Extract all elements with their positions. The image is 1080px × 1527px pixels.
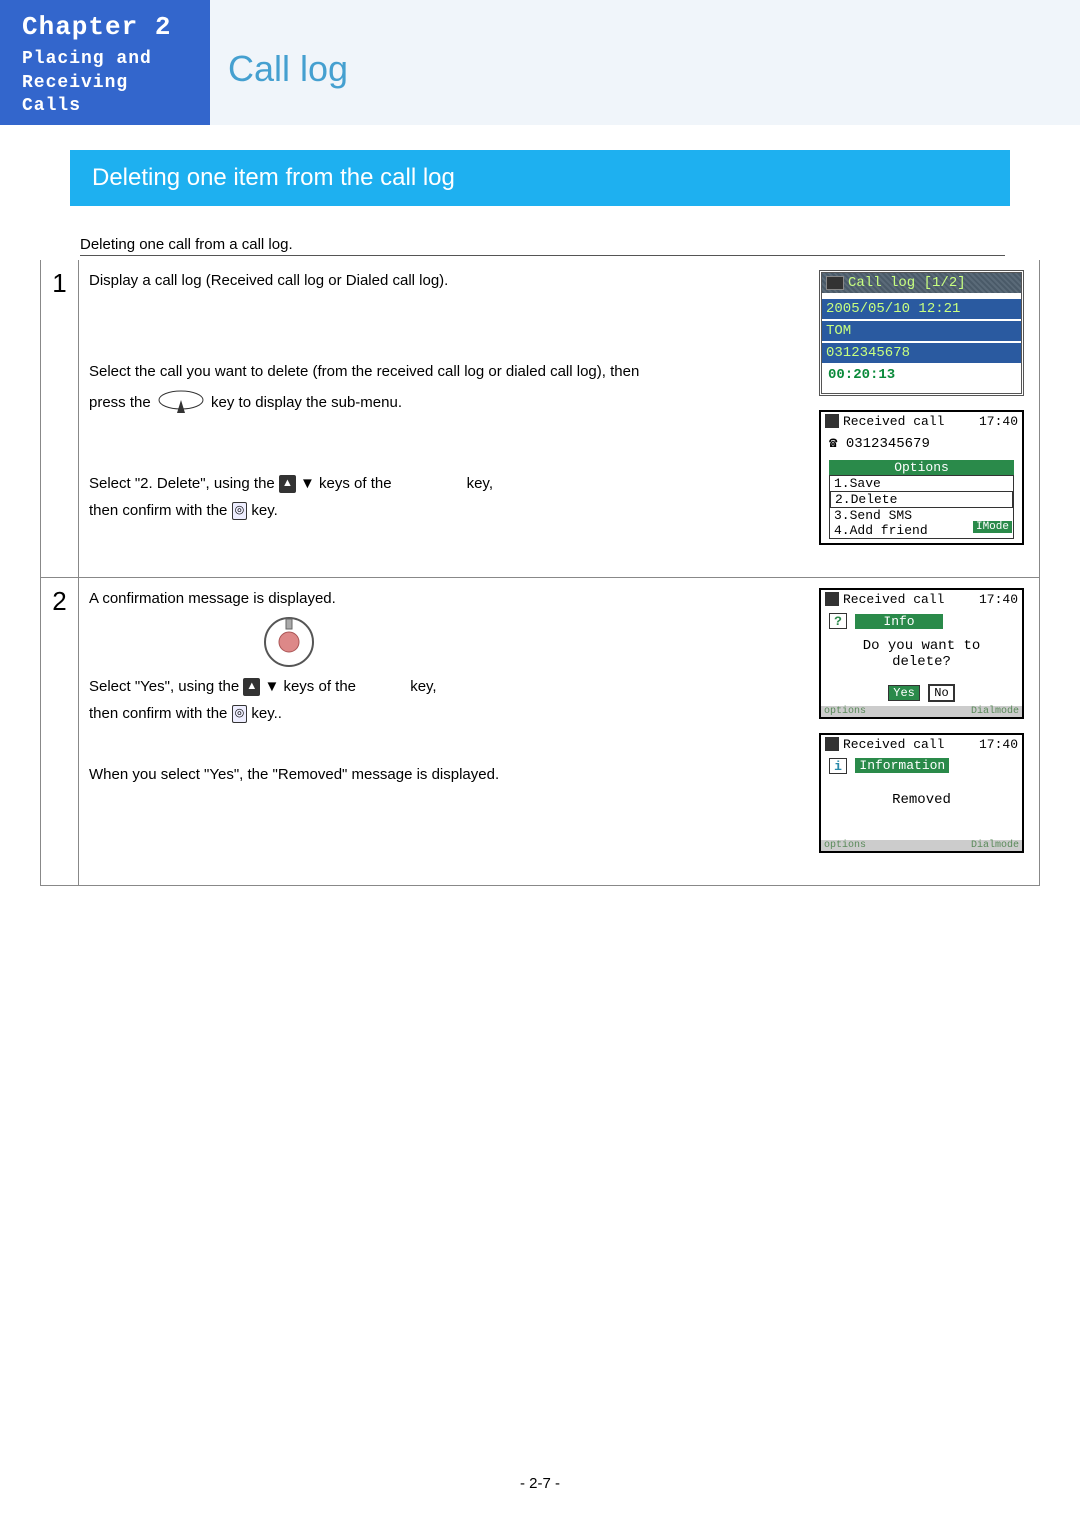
screen-column: Received call 17:40 ? Info Do you want t… bbox=[819, 588, 1029, 867]
screen-datetime: 2005/05/10 12:21 bbox=[822, 299, 1021, 319]
screen-duration: 00:20:13 bbox=[828, 365, 1015, 389]
up-key-icon: ▲ bbox=[279, 475, 296, 492]
softkey-row: options Dialmode bbox=[821, 706, 1022, 717]
section-title: Deleting one item from the call log bbox=[70, 150, 1010, 206]
mode-button[interactable]: IMode bbox=[973, 521, 1012, 533]
phone-screen-options: Received call 17:40 ☎ 0312345679 Options… bbox=[819, 410, 1024, 545]
screen-topbar: Received call 17:40 bbox=[821, 590, 1022, 609]
screen-title: Received call bbox=[839, 737, 979, 752]
softkey-left[interactable]: options bbox=[824, 706, 866, 717]
option-save[interactable]: 1.Save bbox=[830, 476, 1013, 491]
screen-body: 2005/05/10 12:21 TOM 0312345678 00:20:13 bbox=[822, 293, 1021, 393]
step-number: 1 bbox=[41, 260, 79, 578]
phone-screen-removed: Received call 17:40 i Information Remove… bbox=[819, 733, 1024, 854]
options-header: Options bbox=[829, 460, 1014, 475]
screen-title: Received call bbox=[839, 414, 979, 429]
up-key-icon: ▲ bbox=[243, 678, 260, 695]
screen-titlebar: Call log [1/2] bbox=[822, 273, 1021, 293]
chapter-subtitle-line2: Receiving Calls bbox=[22, 72, 192, 119]
step-content: Call log [1/2] 2005/05/10 12:21 TOM 0312… bbox=[79, 260, 1040, 578]
screen-number: 0312345678 bbox=[822, 343, 1021, 363]
incoming-icon: ☎ bbox=[829, 436, 837, 452]
screen-topbar: Received call 17:40 bbox=[821, 412, 1022, 431]
phone-screen-call-log: Call log [1/2] 2005/05/10 12:21 TOM 0312… bbox=[819, 270, 1024, 396]
chapter-subtitle-line1: Placing and bbox=[22, 48, 192, 71]
screen-time: 17:40 bbox=[979, 592, 1018, 607]
ok-key-icon: ◎ bbox=[232, 502, 248, 519]
screen-time: 17:40 bbox=[979, 414, 1018, 429]
confirm-msg-line1: Do you want to bbox=[829, 638, 1014, 654]
topbar-icon bbox=[825, 737, 839, 751]
steps-table: 1 Call log [1/2] 2005/05/10 12:21 TOM 03… bbox=[40, 260, 1040, 886]
topbar-icon bbox=[825, 414, 839, 428]
down-key-icon: ▼ bbox=[300, 475, 315, 492]
option-delete[interactable]: 2.Delete bbox=[830, 491, 1013, 508]
info-header: Info bbox=[855, 614, 942, 629]
screen-topbar: Received call 17:40 bbox=[821, 735, 1022, 754]
screen-title: Call log [1/2] bbox=[848, 275, 966, 291]
screen-number: 0312345679 bbox=[846, 436, 930, 452]
phone-screen-confirm: Received call 17:40 ? Info Do you want t… bbox=[819, 588, 1024, 719]
softkey-left[interactable]: options bbox=[824, 840, 866, 851]
no-button[interactable]: No bbox=[928, 684, 954, 702]
question-icon: ? bbox=[829, 613, 847, 629]
info-header: Information bbox=[855, 758, 949, 773]
table-row: 2 Received call 17:40 ? Info Do y bbox=[41, 578, 1040, 886]
ok-key-icon: ◎ bbox=[232, 705, 248, 722]
removed-msg: Removed bbox=[829, 792, 1014, 808]
intro-text: Deleting one call from a call log. bbox=[80, 236, 1005, 256]
topbar-icon bbox=[825, 592, 839, 606]
navigation-key-icon bbox=[262, 615, 317, 670]
chapter-block: Chapter 2 Placing and Receiving Calls bbox=[0, 0, 210, 125]
softkey-right[interactable]: Dialmode bbox=[971, 706, 1019, 717]
screen-title: Received call bbox=[839, 592, 979, 607]
yes-button[interactable]: Yes bbox=[888, 685, 920, 701]
info-icon: i bbox=[829, 758, 847, 774]
confirm-msg-line2: delete? bbox=[829, 654, 1014, 670]
screen-caller-name: TOM bbox=[822, 321, 1021, 341]
table-row: 1 Call log [1/2] 2005/05/10 12:21 TOM 03… bbox=[41, 260, 1040, 578]
step-content: Received call 17:40 ? Info Do you want t… bbox=[79, 578, 1040, 886]
screen-column: Call log [1/2] 2005/05/10 12:21 TOM 0312… bbox=[819, 270, 1029, 559]
down-key-icon: ▼ bbox=[264, 678, 279, 695]
step-number: 2 bbox=[41, 578, 79, 886]
page-title: Call log bbox=[210, 0, 348, 125]
title-icon bbox=[826, 276, 844, 290]
header-band: Chapter 2 Placing and Receiving Calls Ca… bbox=[0, 0, 1080, 125]
navigation-key-icon bbox=[155, 388, 207, 418]
screen-time: 17:40 bbox=[979, 737, 1018, 752]
chapter-number: Chapter 2 bbox=[22, 12, 192, 42]
softkey-row: options Dialmode bbox=[821, 840, 1022, 851]
page-number: - 2-7 - bbox=[0, 1475, 1080, 1492]
softkey-right[interactable]: Dialmode bbox=[971, 840, 1019, 851]
screen-number-row: ☎ 0312345679 bbox=[821, 431, 1022, 456]
